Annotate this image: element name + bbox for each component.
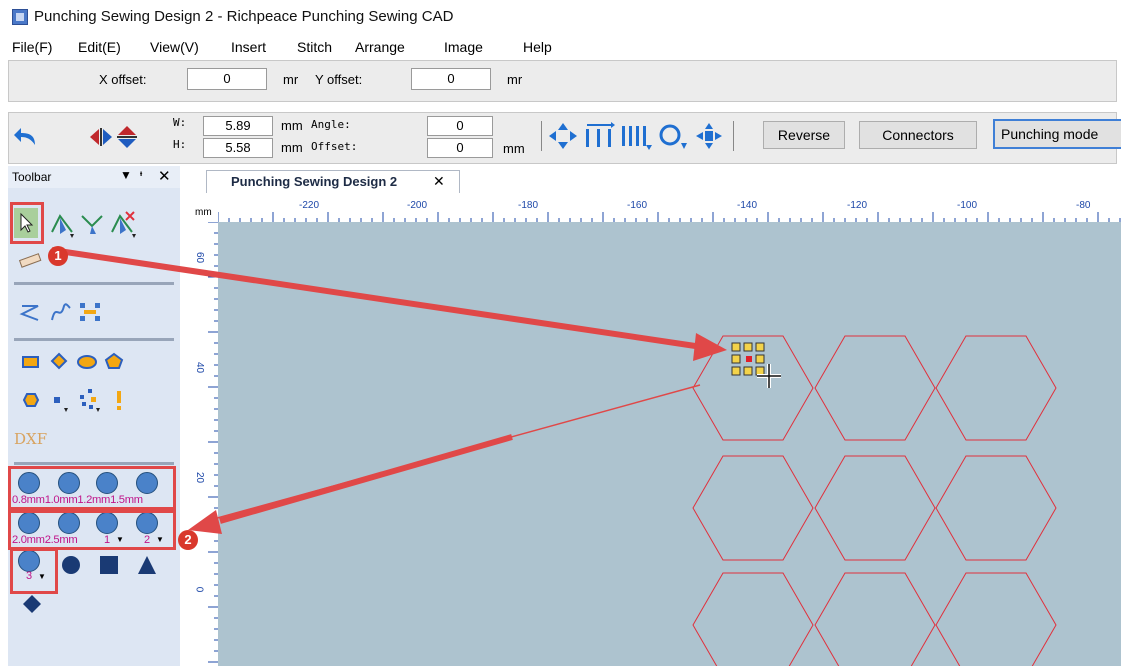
step-badge-1: 1 <box>48 246 68 266</box>
step-badge-2: 2 <box>178 530 198 550</box>
annotation-arrows <box>51 247 727 534</box>
